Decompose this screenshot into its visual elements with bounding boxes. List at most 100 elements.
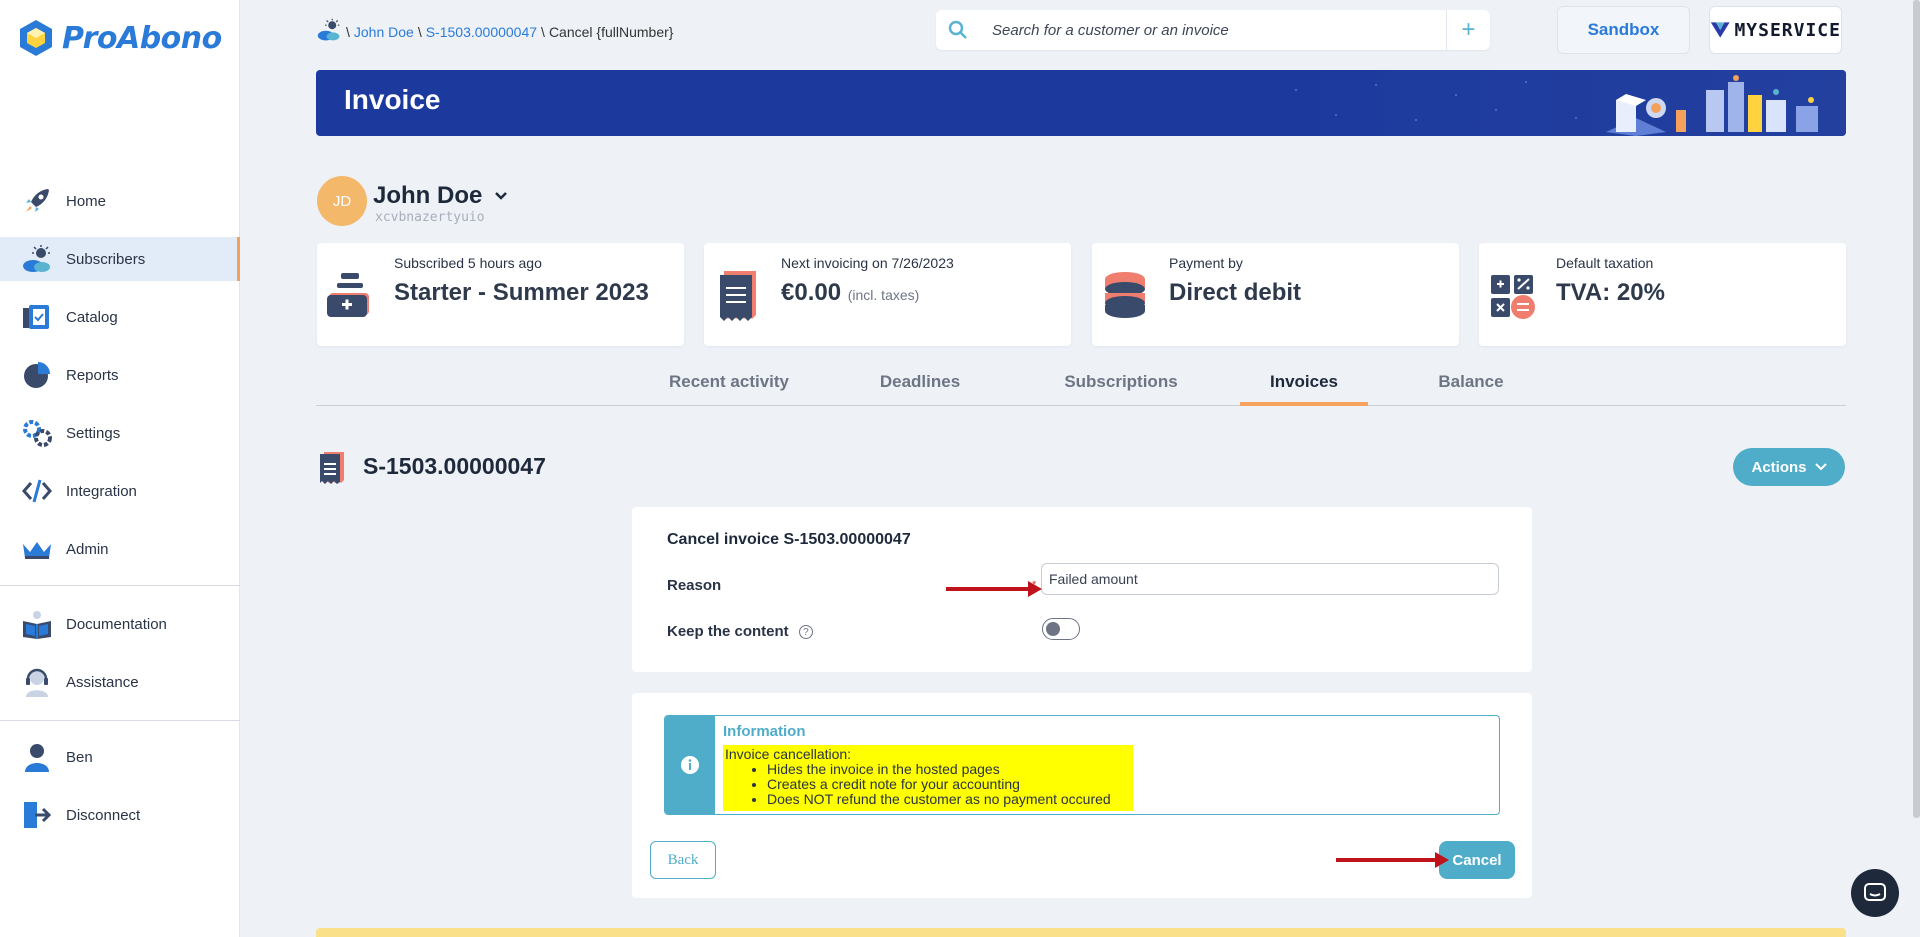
account-name: MYSERVICE [1734,19,1841,41]
sidebar-item-profile[interactable]: Ben [0,735,240,779]
card-amount-note: (incl. taxes) [847,287,920,303]
banner-illustration-icon [1266,70,1846,136]
sandbox-button[interactable]: Sandbox [1557,6,1690,54]
list-item: Hides the invoice in the hosted pages [767,762,1131,777]
breadcrumb-separator: \ [346,23,350,40]
sidebar-item-label: Settings [66,424,121,442]
card-label: Payment by [1169,255,1243,271]
card-label: Next invoicing on 7/26/2023 [781,255,954,271]
sidebar-item-admin[interactable]: Admin [0,527,240,571]
payment-card[interactable]: Payment by Direct debit [1092,243,1459,346]
page-banner: Invoice [316,70,1846,136]
keep-content-toggle[interactable] [1042,618,1080,640]
tab-subscriptions[interactable]: Subscriptions [1056,372,1186,392]
receipt-icon [320,452,344,484]
proabono-logo-icon [20,20,52,56]
sidebar-item-assistance[interactable]: Assistance [0,660,240,704]
tab-bar: Recent activity Deadlines Subscriptions … [316,360,1846,406]
tab-invoices[interactable]: Invoices [1240,372,1368,392]
info-icon [681,756,699,774]
sidebar-item-label: Documentation [66,615,167,633]
info-title: Information [723,723,806,740]
sidebar-item-subscribers[interactable]: Subscribers [0,237,240,281]
sidebar-item-label: Catalog [66,308,118,326]
info-sidebar [665,716,715,814]
chat-icon [1864,883,1886,901]
subscribers-icon[interactable] [316,18,342,45]
search-input[interactable] [980,11,1446,49]
sidebar-item-catalog[interactable]: Catalog [0,295,240,339]
actions-dropdown-button[interactable]: Actions [1733,448,1845,486]
sidebar-item-documentation[interactable]: Documentation [0,602,240,646]
myservice-logo-icon [1710,22,1730,38]
chat-launcher-button[interactable] [1851,869,1899,917]
tab-deadlines[interactable]: Deadlines [870,372,970,392]
search-bar: + [936,10,1490,50]
rocket-icon [20,184,54,218]
sidebar-divider [0,720,240,721]
notice-strip [316,928,1846,937]
annotation-arrow [1336,852,1449,868]
sidebar-item-integration[interactable]: Integration [0,469,240,513]
sidebar-item-label: Ben [66,748,93,766]
cancel-invoice-form: Cancel invoice S-1503.00000047 Reason * … [632,507,1532,672]
gear-icon [20,416,54,450]
annotation-arrow [946,581,1042,597]
breadcrumb-current: Cancel {fullNumber} [548,23,674,40]
account-switcher[interactable]: MYSERVICE [1709,6,1842,54]
sidebar-item-home[interactable]: Home [0,179,240,223]
sidebar-divider [0,585,240,586]
reason-input[interactable] [1041,563,1499,595]
subscription-card[interactable]: Subscribed 5 hours ago Starter - Summer … [317,243,684,346]
tab-balance[interactable]: Balance [1426,372,1516,392]
breadcrumb-invoice-link[interactable]: S-1503.00000047 [426,24,537,40]
sidebar-item-label: Home [66,192,107,210]
help-icon[interactable]: ? [798,625,813,640]
reason-label: Reason [667,577,722,594]
info-callout: Information Invoice cancellation: Hides … [664,715,1500,815]
sidebar-item-settings[interactable]: Settings [0,411,240,455]
add-button[interactable]: + [1446,10,1490,50]
form-title: Cancel invoice S-1503.00000047 [667,531,911,548]
customer-name-text: John Doe [373,182,483,209]
book-icon [20,607,54,641]
tab-recent-activity[interactable]: Recent activity [659,372,799,392]
sidebar-item-label: Disconnect [66,806,141,824]
coins-icon [1105,272,1145,318]
keep-content-label: Keep the content ? [667,623,813,640]
next-invoicing-card[interactable]: Next invoicing on 7/26/2023 €0.00 (incl.… [704,243,1071,346]
code-icon [20,474,54,508]
crown-icon [20,532,54,566]
card-label: Default taxation [1556,255,1654,271]
subscribers-icon [20,242,54,276]
headset-icon [20,665,54,699]
info-body: Invoice cancellation: Hides the invoice … [723,745,1133,811]
list-item: Creates a credit note for your accountin… [767,777,1131,792]
card-value: Direct debit [1169,279,1302,306]
cancel-button[interactable]: Cancel [1439,841,1515,879]
catalog-icon [20,300,54,334]
calculator-icon [1491,275,1535,319]
avatar: JD [317,176,367,226]
pie-chart-icon [20,358,54,392]
brand-logo[interactable]: ProAbono [18,18,222,58]
page-scrollbar[interactable] [1913,0,1920,818]
info-list: Hides the invoice in the hosted pages Cr… [725,762,1131,807]
customer-code: xcvbnazertyuio [375,210,485,225]
taxation-card[interactable]: Default taxation TVA: 20% [1479,243,1846,346]
keep-content-label-text: Keep the content [667,623,789,640]
card-value: TVA: 20% [1556,279,1665,306]
page-title: Invoice [344,84,441,115]
chevron-down-icon [1814,463,1827,471]
sidebar-item-disconnect[interactable]: Disconnect [0,793,240,837]
card-value: €0.00 (incl. taxes) [781,279,919,307]
breadcrumb-customer-link[interactable]: John Doe [354,24,414,40]
chevron-down-icon [495,192,508,200]
breadcrumb: \ John Doe \ S-1503.00000047 \ Cancel {f… [316,18,673,45]
back-button[interactable]: Back [650,841,716,879]
list-item: Does NOT refund the customer as no payme… [767,792,1131,807]
info-heading: Invoice cancellation: [725,746,852,762]
customer-name[interactable]: John Doe [373,182,508,210]
logout-icon [20,798,54,832]
sidebar-item-reports[interactable]: Reports [0,353,240,397]
